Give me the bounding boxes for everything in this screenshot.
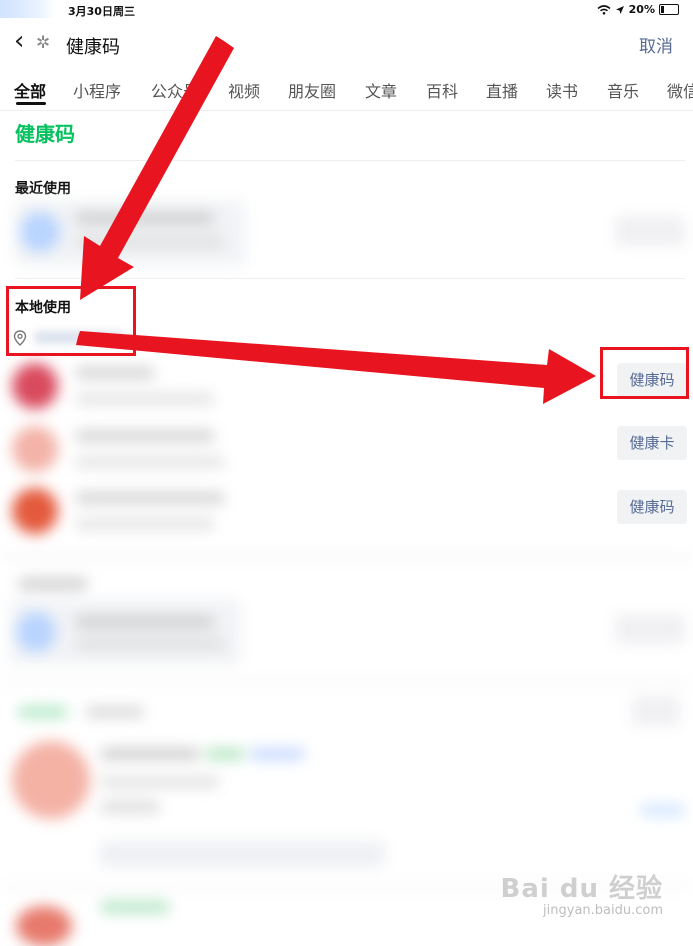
status-right: 20% (597, 3, 679, 16)
status-bar-thumbnail (0, 0, 55, 18)
tab-music[interactable]: 音乐 (607, 78, 639, 102)
tab-moments[interactable]: 朋友圈 (288, 78, 336, 102)
divider (15, 160, 685, 161)
active-tab-indicator (16, 102, 46, 105)
battery-percent: 20% (628, 3, 655, 16)
tab-mini-programs[interactable]: 小程序 (73, 78, 121, 102)
search-query-title[interactable]: 健康码 (66, 33, 120, 59)
health-code-button-2[interactable]: 健康码 (617, 490, 687, 524)
watermark-logo: Bai du 经验 (500, 874, 663, 904)
status-date: 3月30日周三 (68, 5, 135, 18)
recent-item-blurred[interactable] (10, 196, 690, 270)
local-result-item[interactable] (10, 355, 690, 415)
cancel-button[interactable]: 取消 (639, 32, 673, 57)
tab-all[interactable]: 全部 (14, 78, 46, 102)
divider (15, 278, 685, 279)
tab-reading[interactable]: 读书 (546, 78, 578, 102)
sparkle-icon: ✲ (36, 33, 51, 53)
watermark-url: jingyan.baidu.com (543, 903, 663, 918)
battery-icon (659, 4, 679, 15)
tab-live[interactable]: 直播 (486, 78, 518, 102)
health-card-button[interactable]: 健康卡 (617, 426, 687, 460)
tab-videos[interactable]: 视频 (228, 78, 260, 102)
local-result-item[interactable] (10, 480, 690, 540)
local-use-highlight-box (6, 286, 136, 356)
local-result-item[interactable] (10, 418, 690, 478)
tab-encyclopedia[interactable]: 百科 (426, 78, 458, 102)
search-header: ‹ ✲ 健康码 取消 (0, 24, 693, 64)
recent-section-title: 最近使用 (15, 181, 71, 197)
tab-official-accounts[interactable]: 公众号 (151, 78, 199, 102)
search-keyword-heading: 健康码 (15, 122, 75, 146)
location-arrow-icon (615, 5, 624, 14)
category-tabs: 全部 小程序 公众号 视频 朋友圈 文章 百科 直播 读书 音乐 微信 (0, 70, 693, 110)
tabs-divider (0, 110, 693, 111)
tab-articles[interactable]: 文章 (365, 78, 397, 102)
tab-wechat[interactable]: 微信 (667, 78, 693, 102)
health-code-highlight-box (600, 347, 689, 399)
status-bar: 3月30日周三 20% (0, 0, 693, 20)
wifi-icon (597, 4, 611, 15)
baidu-jingyan-watermark: Bai du 经验 jingyan.baidu.com (501, 868, 664, 918)
back-button[interactable]: ‹ (14, 28, 24, 54)
